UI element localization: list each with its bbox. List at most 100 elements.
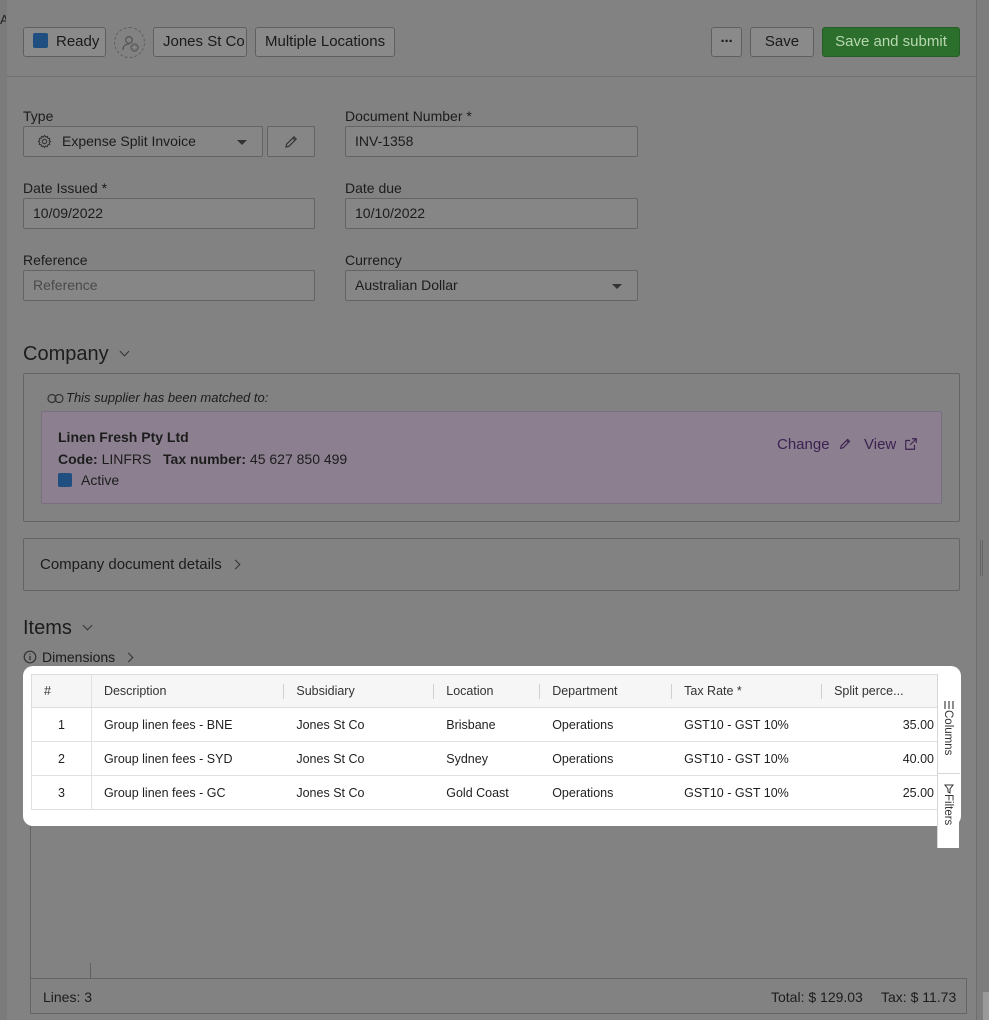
change-supplier-link[interactable]: Change [777, 436, 852, 453]
chevron-down-icon [612, 284, 622, 289]
items-table: # Description Subsidiary Location Depart… [31, 674, 946, 810]
type-value: Expense Split Invoice [62, 133, 196, 149]
reference-input[interactable]: Reference [23, 270, 315, 301]
row-tax-rate[interactable]: GST10 - GST 10% [672, 775, 823, 810]
dimensions-toggle[interactable]: Dimensions [23, 649, 134, 665]
table-row[interactable]: 1 Group linen fees - BNE Jones St Co Bri… [31, 707, 946, 742]
company-document-details-section[interactable]: Company document details [23, 538, 960, 591]
supplier-codes: Code: LINFRS Tax number: 45 627 850 499 [58, 451, 347, 467]
columns-icon [944, 701, 954, 709]
column-header-department[interactable]: Department [540, 674, 673, 708]
add-user-icon [122, 36, 139, 52]
items-grid: # Description Subsidiary Location Depart… [23, 666, 961, 826]
column-header-subsidiary[interactable]: Subsidiary [284, 674, 435, 708]
document-number-input[interactable]: INV-1358 [345, 126, 638, 157]
row-description[interactable]: Group linen fees - GC [91, 775, 285, 810]
row-subsidiary[interactable]: Jones St Co [284, 741, 435, 776]
items-title: Items [23, 617, 72, 639]
pencil-icon [285, 135, 298, 148]
filters-tab-label: Filters [942, 794, 954, 826]
grid-empty-area [30, 826, 938, 978]
row-location[interactable]: Brisbane [434, 707, 541, 742]
supplier-status-label: Active [81, 472, 120, 488]
resize-handle[interactable] [980, 540, 983, 576]
save-button[interactable]: Save [750, 27, 814, 57]
table-row[interactable]: 3 Group linen fees - GC Jones St Co Gold… [31, 775, 946, 810]
status-chip[interactable]: Ready [23, 27, 106, 57]
table-row[interactable]: 2 Group linen fees - SYD Jones St Co Syd… [31, 741, 946, 776]
filter-icon [944, 784, 954, 794]
row-description[interactable]: Group linen fees - SYD [91, 741, 285, 776]
row-department[interactable]: Operations [540, 707, 673, 742]
row-department[interactable]: Operations [540, 741, 673, 776]
row-subsidiary[interactable]: Jones St Co [284, 775, 435, 810]
row-department[interactable]: Operations [540, 775, 673, 810]
items-section-toggle[interactable]: Items [23, 617, 93, 640]
dimensions-label: Dimensions [42, 649, 116, 665]
row-number: 1 [31, 707, 92, 742]
chevron-right-icon [230, 559, 241, 570]
lines-count: Lines: 3 [43, 989, 93, 1005]
save-and-submit-button[interactable]: Save and submit [822, 27, 960, 57]
tax-number-value: 45 627 850 499 [249, 451, 348, 467]
items-footer: Lines: 3 Total: $ 129.03 Tax: $ 11.73 [30, 978, 967, 1014]
more-options-button[interactable]: ··· [711, 27, 742, 57]
row-tax-rate[interactable]: GST10 - GST 10% [672, 741, 823, 776]
status-color-icon [33, 33, 48, 48]
row-tax-rate[interactable]: GST10 - GST 10% [672, 707, 823, 742]
gear-icon [37, 134, 52, 149]
chevron-right-icon [123, 652, 134, 663]
type-select[interactable]: Expense Split Invoice [23, 126, 263, 157]
pencil-icon [839, 438, 851, 450]
date-due-input[interactable]: 10/10/2022 [345, 198, 638, 229]
column-header-split-percentage[interactable]: Split perce... [822, 674, 946, 708]
company-document-details-title: Company document details [40, 556, 222, 573]
columns-tab-label: Columns [942, 710, 954, 756]
external-link-icon [905, 438, 918, 450]
tax-amount: Tax: $ 11.73 [881, 989, 957, 1005]
row-description[interactable]: Group linen fees - BNE [91, 707, 285, 742]
row-subsidiary[interactable]: Jones St Co [284, 707, 435, 742]
currency-select[interactable]: Australian Dollar [345, 270, 638, 301]
row-split-percentage[interactable]: 40.00 [822, 741, 946, 776]
row-split-percentage[interactable]: 25.00 [822, 775, 946, 810]
code-label: Code: [58, 451, 98, 467]
currency-label: Currency [345, 252, 402, 268]
chevron-down-icon [119, 346, 130, 357]
columns-tab[interactable]: Columns [938, 700, 960, 774]
column-header-location[interactable]: Location [434, 674, 541, 708]
filters-tab[interactable]: Filters [938, 784, 960, 848]
status-label: Ready [56, 33, 100, 50]
column-header-tax-rate[interactable]: Tax Rate * [672, 674, 823, 708]
tax-number-label: Tax number: [163, 451, 247, 467]
info-icon [23, 650, 37, 664]
supplier-status: Active [58, 472, 119, 488]
view-supplier-link[interactable]: View [864, 436, 918, 453]
reference-label: Reference [23, 252, 88, 268]
add-user-button[interactable] [114, 27, 145, 58]
chevron-down-icon [82, 620, 93, 631]
row-location[interactable]: Sydney [434, 741, 541, 776]
column-header-number[interactable]: # [31, 674, 92, 708]
row-number: 3 [31, 775, 92, 810]
subsidiary-chip[interactable]: Jones St Co [153, 27, 247, 57]
header-bar: Ready Jones St Co Multiple Locations ···… [7, 0, 976, 77]
date-issued-label: Date Issued * [23, 180, 108, 196]
company-section-toggle[interactable]: Company [23, 343, 130, 366]
date-due-label: Date due [345, 180, 402, 196]
row-split-percentage[interactable]: 35.00 [822, 707, 946, 742]
row-number: 2 [31, 741, 92, 776]
supplier-name: Linen Fresh Pty Ltd [58, 429, 189, 445]
row-location[interactable]: Gold Coast [434, 775, 541, 810]
date-issued-input[interactable]: 10/09/2022 [23, 198, 315, 229]
link-icon [47, 393, 64, 404]
invoice-panel: Ready Jones St Co Multiple Locations ···… [7, 0, 976, 1020]
code-value: LINFRS [101, 451, 152, 467]
column-header-description[interactable]: Description [91, 674, 285, 708]
locations-chip[interactable]: Multiple Locations [255, 27, 395, 57]
grid-side-toolbar: Columns Filters [937, 674, 960, 848]
company-title: Company [23, 343, 109, 365]
edit-type-button[interactable] [267, 126, 315, 157]
company-document-details-toggle: Company document details [40, 556, 241, 573]
table-header-row: # Description Subsidiary Location Depart… [31, 674, 946, 708]
